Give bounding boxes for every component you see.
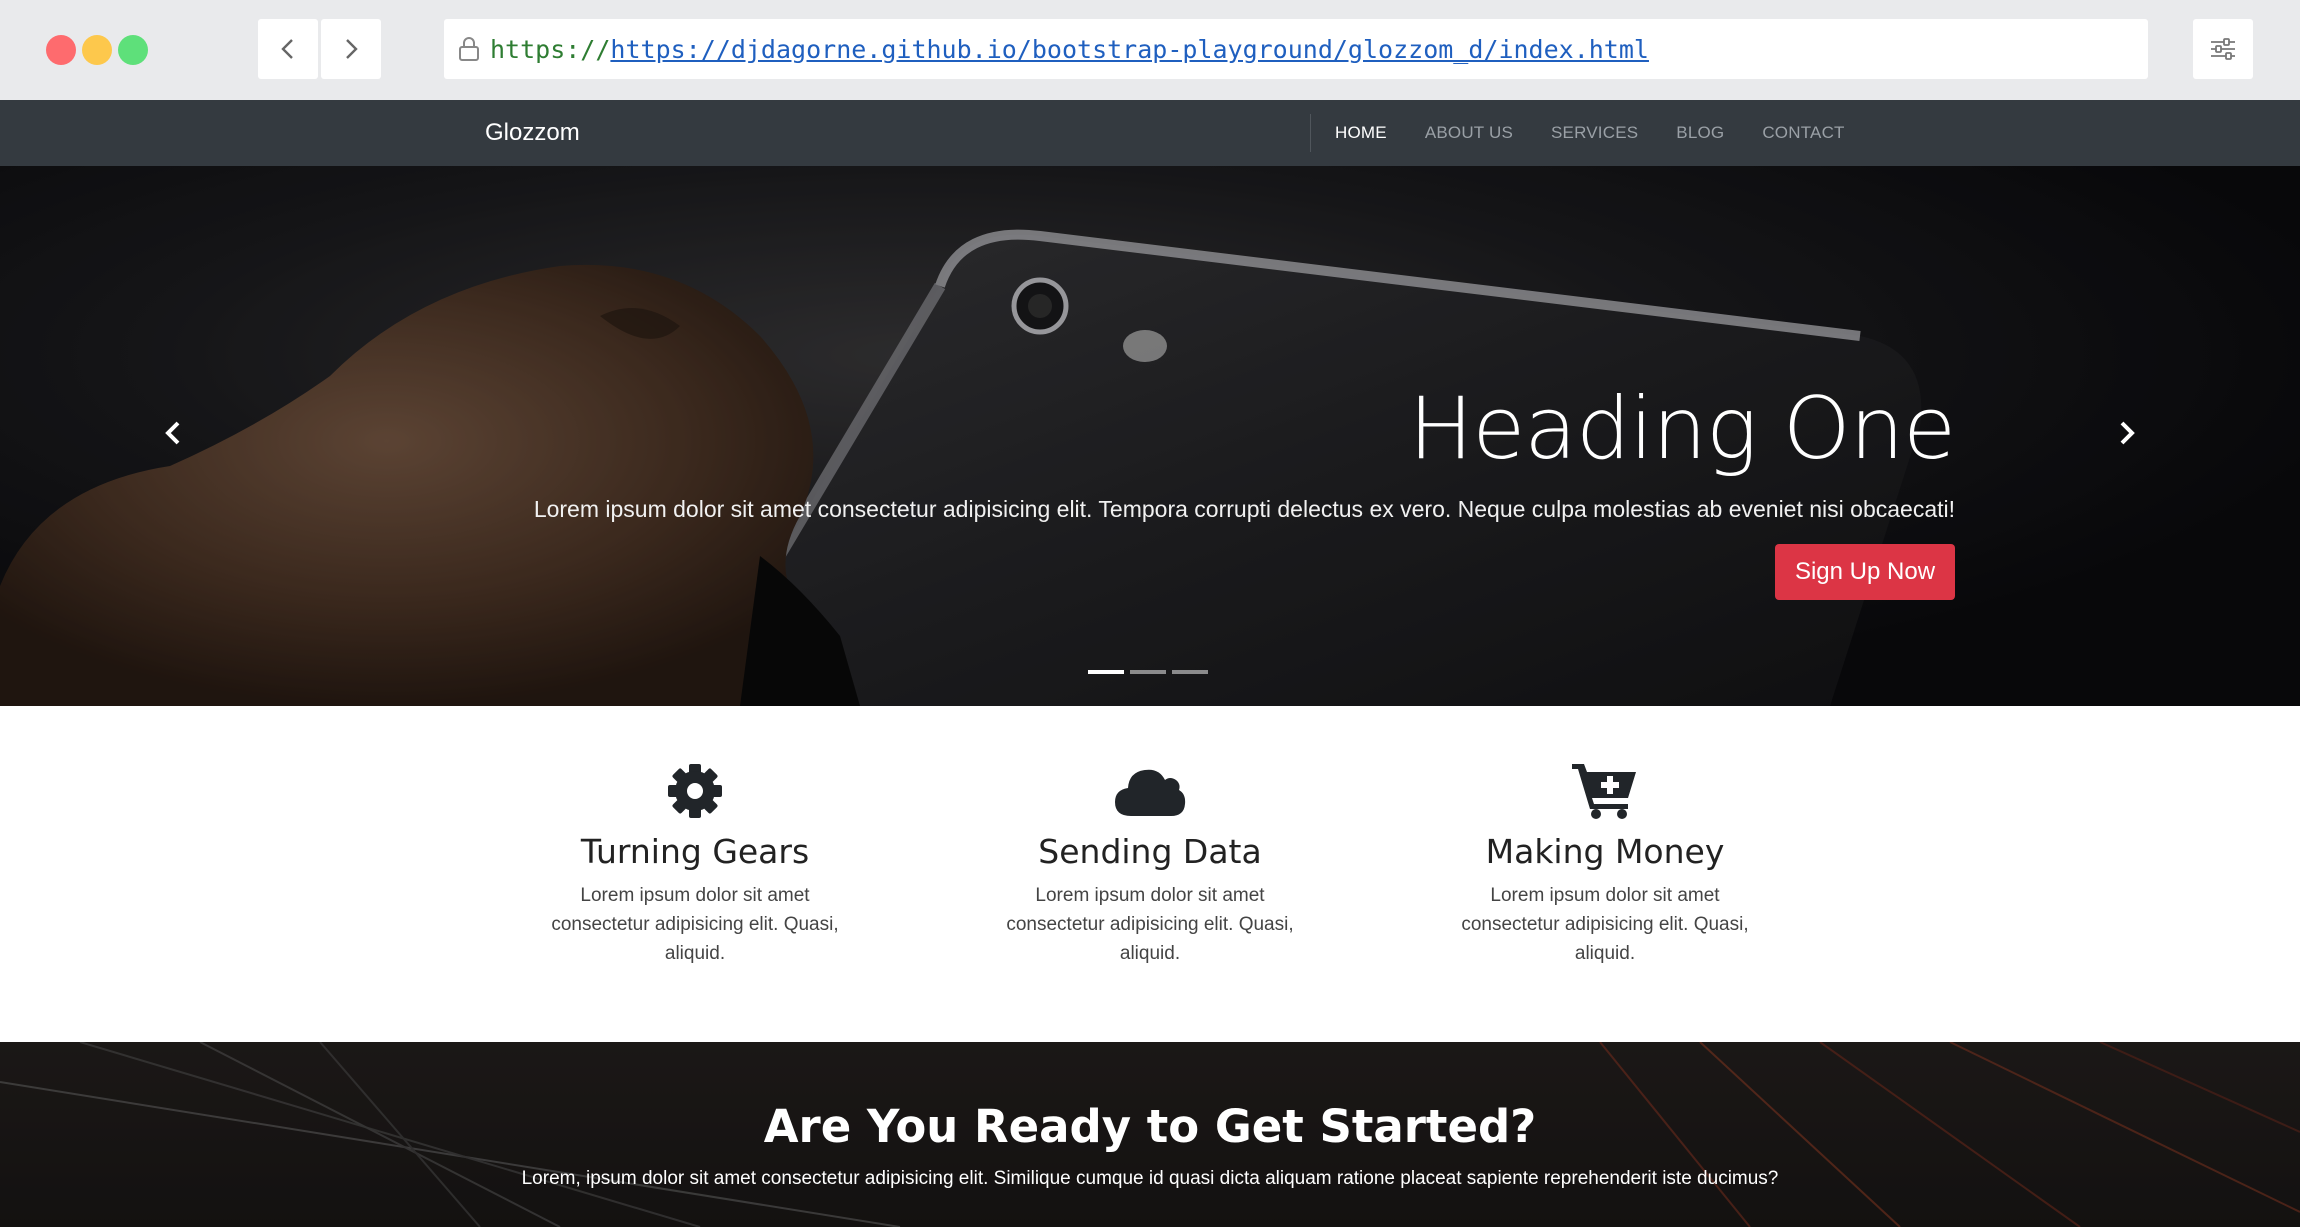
lock-icon <box>459 37 479 61</box>
settings-sliders-icon <box>2211 38 2235 60</box>
url-link[interactable]: https://djdagorne.github.io/bootstrap-pl… <box>610 35 1649 64</box>
back-button[interactable] <box>258 19 318 79</box>
settings-button[interactable] <box>2193 19 2253 79</box>
window-close-button[interactable] <box>46 35 76 65</box>
nav-blog[interactable]: BLOG <box>1657 123 1743 143</box>
hero-carousel: Heading One Lorem ipsum dolor sit amet c… <box>0 166 2300 706</box>
carousel-next-button[interactable] <box>2112 418 2142 448</box>
carousel-caption: Heading One Lorem ipsum dolor sit amet c… <box>534 379 1956 600</box>
window-minimize-button[interactable] <box>82 35 112 65</box>
browser-chrome: https://https://djdagorne.github.io/boot… <box>0 0 2300 100</box>
nav-home[interactable]: HOME <box>1316 123 1406 143</box>
forward-button[interactable] <box>321 19 381 79</box>
carousel-indicator-2[interactable] <box>1130 670 1166 674</box>
url-text: https://https://djdagorne.github.io/boot… <box>490 35 1649 64</box>
nav-links: HOME ABOUT US SERVICES BLOG CONTACT <box>1316 100 1864 166</box>
sign-up-button[interactable]: Sign Up Now <box>1775 544 1955 600</box>
feature-title: Turning Gears <box>580 832 810 871</box>
features-section: Turning Gears Lorem ipsum dolor sit amet… <box>0 706 2300 1042</box>
forward-icon <box>346 39 358 59</box>
get-started-title: Are You Ready to Get Started? <box>763 1100 1537 1153</box>
feature-title: Sending Data <box>1038 832 1262 871</box>
feature-text: Lorem ipsum dolor sit amet consectetur a… <box>1006 885 1294 964</box>
carousel-indicators <box>1088 670 1208 674</box>
get-started-section: Are You Ready to Get Started? Lorem, ips… <box>0 1042 2300 1227</box>
cloud-icon <box>1115 769 1186 816</box>
gear-icon <box>668 764 722 818</box>
site-navbar: Glozzom HOME ABOUT US SERVICES BLOG CONT… <box>0 100 2300 166</box>
cart-plus-icon <box>1572 764 1636 819</box>
site-brand[interactable]: Glozzom <box>485 100 580 166</box>
feature-title: Making Money <box>1485 832 1725 871</box>
feature-turning-gears: Turning Gears Lorem ipsum dolor sit amet… <box>500 762 890 968</box>
address-bar[interactable]: https://https://djdagorne.github.io/boot… <box>444 19 2148 79</box>
hero-heading: Heading One <box>1408 379 1956 479</box>
back-icon <box>281 39 293 59</box>
feature-sending-data: Sending Data Lorem ipsum dolor sit amet … <box>955 762 1345 968</box>
get-started-text: Lorem, ipsum dolor sit amet consectetur … <box>521 1168 1779 1189</box>
nav-contact[interactable]: CONTACT <box>1743 123 1863 143</box>
url-scheme: https:// <box>490 34 611 64</box>
feature-making-money: Making Money Lorem ipsum dolor sit amet … <box>1410 762 1800 968</box>
hero-background-image <box>0 166 2300 706</box>
hero-lead-text: Lorem ipsum dolor sit amet consectetur a… <box>533 496 1955 522</box>
feature-text: Lorem ipsum dolor sit amet consectetur a… <box>1461 885 1749 964</box>
nav-services[interactable]: SERVICES <box>1532 123 1657 143</box>
nav-divider <box>1310 114 1311 152</box>
nav-about-us[interactable]: ABOUT US <box>1406 123 1532 143</box>
chevron-left-icon <box>165 421 180 445</box>
carousel-indicator-3[interactable] <box>1172 670 1208 674</box>
feature-text: Lorem ipsum dolor sit amet consectetur a… <box>551 885 839 964</box>
window-maximize-button[interactable] <box>118 35 148 65</box>
carousel-prev-button[interactable] <box>158 418 188 448</box>
page-viewport: Glozzom HOME ABOUT US SERVICES BLOG CONT… <box>0 100 2300 1227</box>
chevron-right-icon <box>2120 421 2135 445</box>
carousel-indicator-1[interactable] <box>1088 670 1124 674</box>
